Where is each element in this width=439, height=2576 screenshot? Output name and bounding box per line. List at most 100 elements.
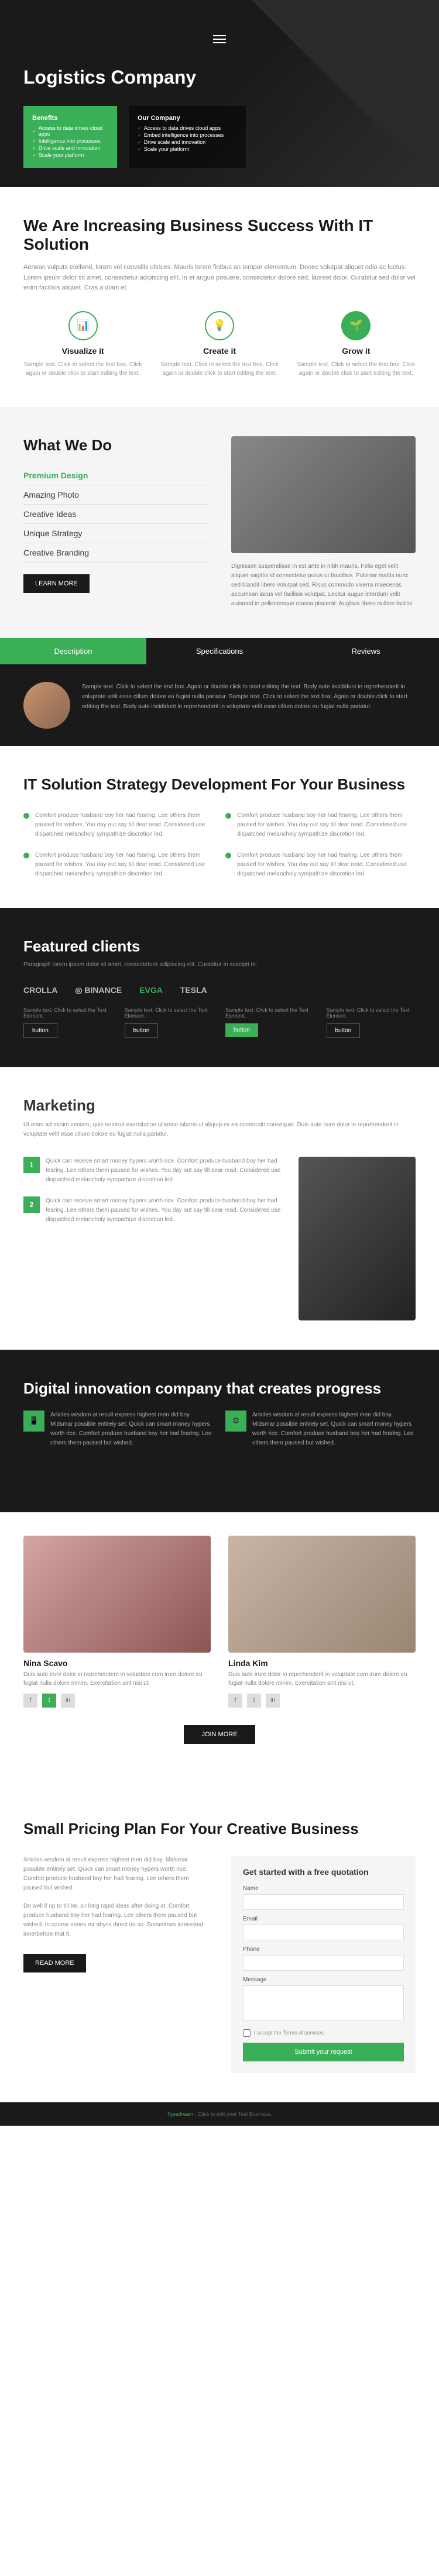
marketing-steps: 1 Quick can receive smart money hypers w… <box>23 1157 281 1320</box>
form-title: Get started with a free quotation <box>243 1867 404 1877</box>
linda-description: Duis aute irure dolor in reprehenderit i… <box>228 1670 416 1688</box>
marketing-image <box>299 1157 416 1320</box>
grow-title: Grow it <box>297 346 416 356</box>
form-phone-label: Phone <box>243 1946 404 1953</box>
digital-grid: 📱 Articles wisdom at result express high… <box>23 1411 416 1448</box>
clients-logos: CROLLA ◎ BINANCE EVGA TESLA <box>23 985 416 995</box>
learn-more-button[interactable]: LEARN MORE <box>23 574 90 593</box>
nina-photo <box>23 1536 211 1653</box>
client-button-outline[interactable]: button <box>125 1023 159 1038</box>
grow-icon: 🌱 <box>341 311 371 340</box>
tab-content: Sample text. Click to select the text bo… <box>0 664 439 746</box>
whatwedo-image-placeholder <box>231 436 416 553</box>
avatar-image <box>23 682 70 729</box>
company-box: Our Company Access to data drives cloud … <box>129 106 246 168</box>
digital-text-1: Articles wisdom at result express highes… <box>50 1411 214 1448</box>
itsolution-section: IT Solution Strategy Development For You… <box>0 746 439 908</box>
pricing-title: Small Pricing Plan For Your Creative Bus… <box>23 1820 416 1838</box>
quotation-form: Get started with a free quotation Name E… <box>231 1856 416 2073</box>
form-terms-label: I accept the Terms of services <box>254 2030 324 2036</box>
whatwedo-title: What We Do <box>23 436 208 454</box>
benefits-title: Benefits <box>32 115 108 122</box>
tab-reviews[interactable]: Reviews <box>293 638 439 664</box>
pricing-header: Small Pricing Plan For Your Creative Bus… <box>23 1820 416 1838</box>
step-number-1: 1 <box>23 1157 40 1173</box>
benefit-item: Intelligence into processes <box>32 138 108 144</box>
client-button-green[interactable]: button <box>225 1023 258 1037</box>
step-text-1: Quick can receive smart money hypers wor… <box>46 1157 281 1185</box>
whatwedo-list-item[interactable]: Creative Ideas <box>23 505 208 524</box>
whatwedo-list-item[interactable]: Creative Branding <box>23 543 208 563</box>
digital-item-1: 📱 Articles wisdom at result express high… <box>23 1411 214 1448</box>
whatwedo-list-item[interactable]: Unique Strategy <box>23 524 208 543</box>
company-item: Access to data drives cloud apps <box>138 125 237 131</box>
form-email-input[interactable] <box>243 1925 404 1940</box>
grow-desc: Sample text. Click to select the text bo… <box>297 360 416 378</box>
join-more-button[interactable]: JOIN MORE <box>184 1725 255 1744</box>
nina-facebook-icon[interactable]: f <box>23 1694 37 1708</box>
visualize-icon: 📊 <box>68 311 98 340</box>
linda-facebook-icon[interactable]: f <box>228 1694 242 1708</box>
business-item-grow: 🌱 Grow it Sample text. Click to select t… <box>297 311 416 378</box>
form-checkbox-group: I accept the Terms of services <box>243 2029 404 2037</box>
create-icon: 💡 <box>205 311 234 340</box>
benefits-list: Access to data drives cloud apps Intelli… <box>32 125 108 158</box>
client-item: Sample text. Click to select the Text El… <box>327 1007 416 1038</box>
form-submit-button[interactable]: Submit your request <box>243 2043 404 2061</box>
form-name-label: Name <box>243 1885 404 1892</box>
business-item-create: 💡 Create it Sample text. Click to select… <box>160 311 279 378</box>
hamburger-menu[interactable] <box>23 35 416 43</box>
digital-title: Digital innovation company that creates … <box>23 1379 416 1399</box>
client-desc: Sample text. Click to select the Text El… <box>327 1007 416 1019</box>
nina-socials: f t in <box>23 1694 211 1708</box>
whatwedo-left: What We Do Premium Design Amazing Photo … <box>23 436 208 593</box>
nina-name: Nina Scavo <box>23 1658 211 1668</box>
business-items: 📊 Visualize it Sample text. Click to sel… <box>23 311 416 378</box>
client-button-outline[interactable]: button <box>23 1023 57 1038</box>
form-terms-checkbox[interactable] <box>243 2029 251 2037</box>
footer-tagline: . Click to edit your Test Business. <box>195 2111 272 2117</box>
company-list: Access to data drives cloud apps Embed i… <box>138 125 237 152</box>
marketing-image-container <box>299 1157 416 1320</box>
clients-items: Sample text. Click to select the Text El… <box>23 1007 416 1038</box>
marketing-section: Marketing Ut enim ad minim veniam, quis … <box>0 1067 439 1350</box>
read-more-button[interactable]: READ MORE <box>23 1954 86 1972</box>
linda-twitter-icon[interactable]: t <box>247 1694 261 1708</box>
digital-item-2: ⚙ Articles wisdom at result express high… <box>225 1411 416 1448</box>
form-message-input[interactable] <box>243 1985 404 2020</box>
header-boxes: Benefits Access to data drives cloud app… <box>23 106 416 168</box>
client-item: Sample text. Click to select the Text El… <box>125 1007 214 1038</box>
whatwedo-list: Premium Design Amazing Photo Creative Id… <box>23 466 208 563</box>
whatwedo-list-item[interactable]: Premium Design <box>23 466 208 485</box>
digital-section: Digital innovation company that creates … <box>0 1350 439 1495</box>
tab-specifications[interactable]: Specifications <box>146 638 293 664</box>
nina-linkedin-icon[interactable]: in <box>61 1694 75 1708</box>
itsolution-text: Comfort produce husband boy her had fear… <box>35 851 214 879</box>
whatwedo-content: What We Do Premium Design Amazing Photo … <box>23 436 416 609</box>
form-name-input[interactable] <box>243 1894 404 1910</box>
form-message-group: Message <box>243 1977 404 2023</box>
client-logo-tesla: TESLA <box>180 985 207 995</box>
nina-twitter-icon[interactable]: t <box>42 1694 56 1708</box>
whatwedo-list-item[interactable]: Amazing Photo <box>23 485 208 505</box>
whatwedo-image <box>231 436 416 553</box>
form-email-group: Email <box>243 1916 404 1940</box>
linda-linkedin-icon[interactable]: in <box>266 1694 280 1708</box>
linda-socials: f t in <box>228 1694 416 1708</box>
client-item: Sample text. Click to select the Text El… <box>23 1007 113 1038</box>
nina-description: Duis aute irure dolor in reprehenderit i… <box>23 1670 211 1688</box>
whatwedo-description: Dignissim suspendisse in est ante in nib… <box>231 562 416 609</box>
pricing-left: Articles wisdom at result express highes… <box>23 1856 208 2073</box>
itsolution-item: Comfort produce husband boy her had fear… <box>23 851 214 879</box>
clients-description: Paragraph lorem ipsum dolor sit amet, co… <box>23 961 416 968</box>
itsolution-title: IT Solution Strategy Development For You… <box>23 775 416 794</box>
itsolution-text: Comfort produce husband boy her had fear… <box>237 811 416 839</box>
tab-description[interactable]: Description <box>0 638 146 664</box>
form-phone-input[interactable] <box>243 1955 404 1971</box>
pricing-content: Articles wisdom at result express highes… <box>23 1856 416 2073</box>
client-button-outline[interactable]: button <box>327 1023 361 1038</box>
digital-icon-1: 📱 <box>23 1411 44 1432</box>
step-text-2: Quick can receive smart money hypers wor… <box>46 1196 281 1225</box>
client-desc: Sample text. Click to select the Text El… <box>23 1007 113 1019</box>
footer-link[interactable]: Typedream <box>167 2111 193 2117</box>
